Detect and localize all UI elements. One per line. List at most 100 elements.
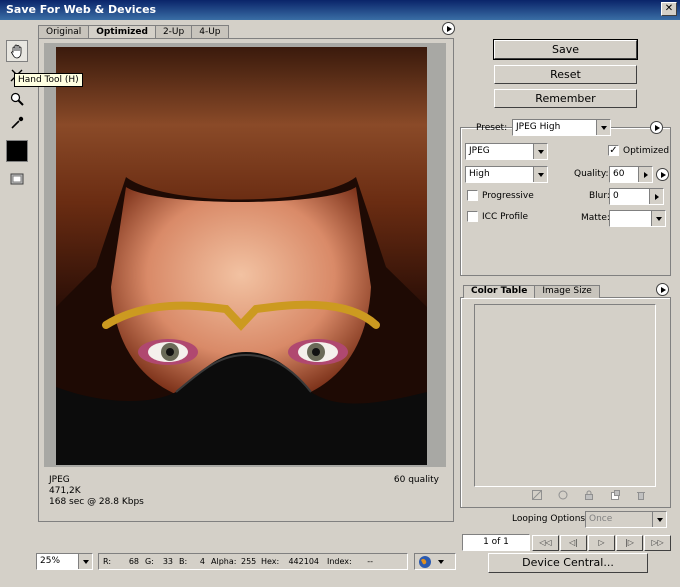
color-swatch-grid[interactable] bbox=[474, 304, 656, 487]
tab-optimized[interactable]: Optimized bbox=[88, 25, 156, 39]
image-format: JPEG bbox=[49, 475, 70, 485]
chevron-down-icon bbox=[438, 559, 444, 564]
compression-value: High bbox=[469, 169, 490, 179]
portrait-photo bbox=[56, 47, 427, 465]
preset-select[interactable]: JPEG High bbox=[512, 119, 611, 136]
save-button[interactable]: Save bbox=[493, 39, 638, 60]
compression-quality-select[interactable]: High bbox=[465, 166, 548, 183]
play-button[interactable]: ▷ bbox=[588, 535, 615, 551]
optimized-checkbox[interactable]: ✓ bbox=[608, 145, 619, 156]
tab-image-size[interactable]: Image Size bbox=[534, 285, 600, 298]
chevron-down-icon bbox=[652, 512, 666, 527]
new-color-icon[interactable] bbox=[610, 490, 620, 500]
last-frame-button[interactable]: ▷▷ bbox=[644, 535, 671, 551]
matte-select[interactable] bbox=[609, 210, 666, 227]
chevron-down-icon bbox=[78, 554, 92, 569]
tab-original[interactable]: Original bbox=[38, 25, 90, 39]
index-label: Index: bbox=[327, 557, 352, 566]
preview-menu-button[interactable] bbox=[442, 22, 455, 35]
next-frame-button[interactable]: |▷ bbox=[616, 535, 643, 551]
color-table-menu-button[interactable] bbox=[656, 283, 669, 296]
blur-label: Blur: bbox=[589, 191, 610, 201]
map-transparency-icon[interactable] bbox=[532, 490, 542, 500]
chevron-down-icon bbox=[533, 167, 547, 182]
browser-globe-icon bbox=[419, 555, 431, 568]
looping-value: Once bbox=[589, 514, 613, 524]
tab-2-up[interactable]: 2-Up bbox=[154, 25, 193, 39]
progressive-checkbox[interactable] bbox=[467, 190, 478, 201]
matte-label: Matte: bbox=[581, 213, 610, 223]
b-label: B: bbox=[179, 557, 188, 566]
icc-profile-label: ICC Profile bbox=[482, 212, 529, 222]
alpha-value: 255 bbox=[241, 557, 257, 566]
b-value: 4 bbox=[199, 557, 205, 566]
chevron-right-icon bbox=[638, 167, 652, 182]
optimize-menu-button[interactable] bbox=[650, 121, 663, 134]
previous-frame-button[interactable]: ◁| bbox=[560, 535, 587, 551]
blur-value: 0 bbox=[613, 191, 619, 201]
eyedropper-color-swatch[interactable] bbox=[6, 140, 28, 162]
tab-color-table[interactable]: Color Table bbox=[463, 285, 536, 298]
toolbox bbox=[6, 38, 32, 192]
reset-button[interactable]: Reset bbox=[494, 65, 637, 84]
color-panel-tabs: Color Table Image Size bbox=[463, 285, 600, 298]
optimized-preview-image[interactable] bbox=[56, 47, 427, 465]
tool-tooltip: Hand Tool (H) bbox=[14, 73, 83, 87]
color-readout: R: 68 G: 33 B: 4 Alpha: 255 Hex: 442104 … bbox=[98, 553, 408, 570]
r-value: 68 bbox=[128, 557, 139, 566]
quality-input[interactable]: 60 bbox=[609, 166, 653, 183]
preset-label: Preset: bbox=[476, 123, 508, 133]
web-shift-icon[interactable] bbox=[558, 490, 568, 500]
toggle-slices-button[interactable] bbox=[6, 168, 28, 190]
progressive-label: Progressive bbox=[482, 191, 534, 201]
r-label: R: bbox=[103, 557, 112, 566]
format-select[interactable]: JPEG bbox=[465, 143, 548, 160]
zoom-value: 25% bbox=[40, 556, 61, 566]
g-value: 33 bbox=[162, 557, 173, 566]
icc-profile-checkbox[interactable] bbox=[467, 211, 478, 222]
alpha-label: Alpha: bbox=[211, 557, 237, 566]
looping-options-label: Looping Options: bbox=[512, 514, 589, 524]
chevron-down-icon bbox=[651, 211, 665, 226]
trash-icon[interactable] bbox=[636, 490, 646, 500]
chevron-right-icon bbox=[649, 189, 663, 204]
zoom-icon bbox=[10, 92, 24, 106]
looping-options-select[interactable]: Once bbox=[585, 511, 667, 528]
color-table-actions bbox=[532, 490, 646, 500]
quality-mask-button[interactable] bbox=[656, 168, 669, 181]
slices-visibility-icon bbox=[10, 173, 24, 185]
hex-value: 442104 bbox=[288, 557, 319, 566]
quality-label: Quality: bbox=[574, 169, 609, 179]
zoom-level-select[interactable]: 25% bbox=[36, 553, 93, 570]
preview-in-browser-button[interactable] bbox=[414, 553, 456, 570]
hand-tool-button[interactable] bbox=[6, 40, 28, 62]
image-info-left: JPEG 471,2K 168 sec @ 28.8 Kbps bbox=[49, 475, 144, 508]
hex-label: Hex: bbox=[261, 557, 280, 566]
remember-button[interactable]: Remember bbox=[494, 89, 637, 108]
zoom-tool-button[interactable] bbox=[6, 88, 28, 110]
chevron-down-icon bbox=[596, 120, 610, 135]
image-quality-info: 60 quality bbox=[393, 475, 439, 485]
eyedropper-icon bbox=[11, 116, 24, 129]
image-file-size: 471,2K bbox=[49, 486, 81, 496]
first-frame-button[interactable]: ◁◁ bbox=[532, 535, 559, 551]
blur-input[interactable]: 0 bbox=[609, 188, 664, 205]
index-value: -- bbox=[367, 557, 373, 566]
tab-4-up[interactable]: 4-Up bbox=[191, 25, 229, 39]
optimized-label: Optimized bbox=[623, 146, 670, 156]
chevron-down-icon bbox=[533, 144, 547, 159]
preset-value: JPEG High bbox=[516, 122, 561, 132]
image-download-time: 168 sec @ 28.8 Kbps bbox=[49, 497, 144, 507]
g-label: G: bbox=[145, 557, 154, 566]
device-central-button[interactable]: Device Central... bbox=[488, 553, 648, 573]
hand-icon bbox=[11, 44, 22, 59]
view-tabs: Original Optimized 2-Up 4-Up bbox=[38, 25, 229, 39]
format-value: JPEG bbox=[469, 146, 490, 156]
title-bar: Save For Web & Devices ✕ bbox=[0, 0, 680, 20]
quality-value: 60 bbox=[613, 169, 625, 179]
close-button[interactable]: ✕ bbox=[661, 2, 677, 16]
frame-counter: 1 of 1 bbox=[462, 534, 530, 551]
lock-icon[interactable] bbox=[584, 490, 594, 500]
window-title: Save For Web & Devices bbox=[6, 3, 157, 16]
eyedropper-tool-button[interactable] bbox=[6, 112, 28, 134]
